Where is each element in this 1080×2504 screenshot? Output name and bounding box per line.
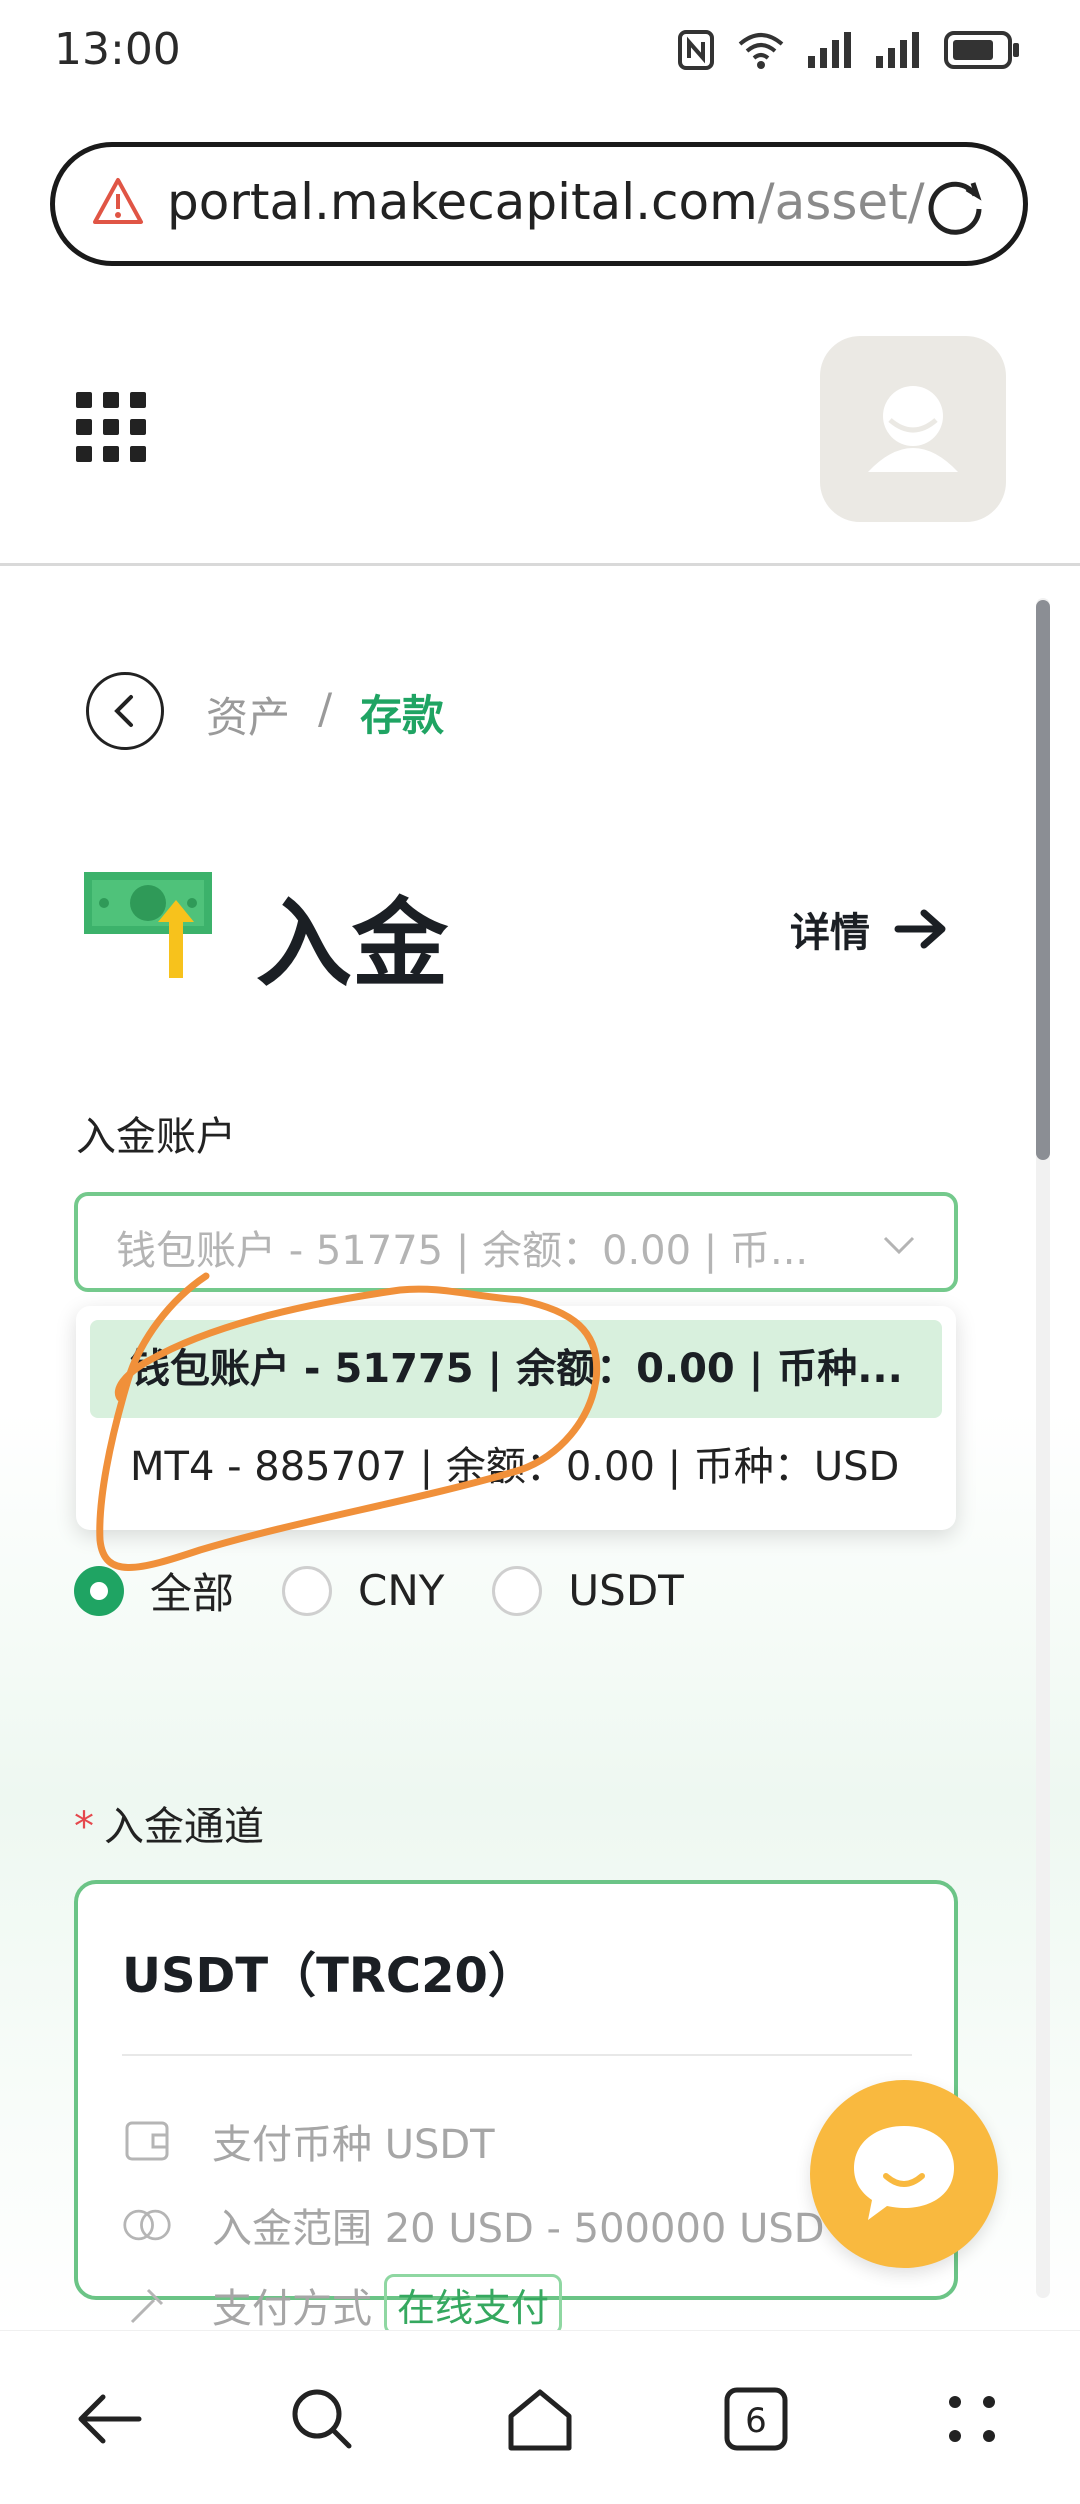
card-divider (122, 2054, 912, 2056)
radio-checked[interactable] (74, 1565, 124, 1616)
required-mark: * (74, 1804, 94, 1850)
pay-method-label: 支付方式 (212, 2285, 372, 2332)
warning-icon[interactable] (91, 175, 145, 229)
radio-all[interactable]: 全部 (74, 1560, 234, 1621)
breadcrumb-assets[interactable]: 资产 (206, 684, 290, 745)
nfc-icon (678, 30, 714, 70)
radio-label-all: 全部 (150, 1569, 235, 1618)
search-icon (292, 2389, 352, 2449)
details-link[interactable]: 详情 (790, 900, 948, 958)
deposit-range-text: 入金范围 20 USD - 500000 USD (212, 2206, 825, 2252)
user-icon (868, 386, 958, 472)
coins-icon (122, 2200, 172, 2250)
arrow-right-icon (894, 909, 946, 949)
dropdown-option-wallet[interactable]: 钱包账户 - 51775 | 余额：0.00 | 币种... (90, 1320, 942, 1418)
radio-label-cny: CNY (358, 1566, 445, 1615)
pay-method-tag: 在线支付 (384, 2274, 563, 2335)
chevron-left-icon (114, 695, 133, 727)
nav-search-button[interactable] (282, 2379, 362, 2459)
apps-menu-icon[interactable] (76, 392, 146, 462)
pay-method-icon (122, 2280, 172, 2330)
dropdown-option-mt4[interactable]: MT4 - 885707 | 余额：0.00 | 币种：USD (90, 1418, 942, 1516)
tabs-icon: 6 (724, 2387, 788, 2451)
browser-nav-bar: 6 (0, 2330, 1080, 2504)
pay-currency-text: 支付币种 USDT (212, 2122, 495, 2168)
nav-tabs-button[interactable]: 6 (716, 2379, 796, 2459)
radio-label-usdt: USDT (568, 1566, 684, 1615)
currency-filter: 全部 CNY USDT (74, 1560, 732, 1621)
arrow-left-icon (78, 2394, 142, 2444)
signal-icon-2 (876, 32, 919, 68)
url-bar[interactable]: portal.makecapital.com/asset/de (50, 142, 1028, 266)
radio-usdt[interactable]: USDT (492, 1565, 684, 1616)
nav-menu-button[interactable] (932, 2379, 1012, 2459)
url-text[interactable]: portal.makecapital.com/asset/de (167, 173, 927, 231)
scrollbar-thumb[interactable] (1036, 600, 1050, 1160)
wallet-icon (122, 2116, 172, 2166)
pay-method-row: 支付方式 在线支付 (122, 2274, 563, 2335)
pay-currency-row: 支付币种 USDT (122, 2112, 495, 2170)
dots-menu-icon (949, 2396, 995, 2442)
channel-name: USDT（TRC20） (122, 1948, 536, 2004)
reload-icon[interactable] (923, 175, 987, 239)
wifi-icon (738, 33, 784, 69)
details-label: 详情 (790, 910, 870, 956)
status-icons (678, 30, 1020, 70)
url-host: portal.makecapital.com (167, 173, 758, 231)
deposit-channel-label: * 入金通道 (74, 1794, 264, 1852)
breadcrumb-deposit: 存款 (360, 691, 445, 740)
page-title: 入金 (256, 888, 448, 1000)
radio-cny[interactable]: CNY (282, 1565, 445, 1616)
radio-unchecked[interactable] (282, 1565, 333, 1616)
deposit-channel-text: 入金通道 (104, 1804, 264, 1850)
breadcrumb-separator: / (318, 684, 333, 733)
status-time: 13:00 (54, 24, 181, 75)
battery-icon (944, 31, 1019, 69)
select-value: 钱包账户 - 51775 | 余额：0.00 | 币... (116, 1228, 809, 1274)
radio-unchecked[interactable] (492, 1565, 543, 1616)
deposit-account-select[interactable]: 钱包账户 - 51775 | 余额：0.00 | 币... (74, 1192, 958, 1292)
signal-icon (808, 32, 851, 68)
deposit-account-label: 入金账户 (76, 1114, 236, 1160)
chevron-down-icon (883, 1236, 915, 1255)
chat-button[interactable] (810, 2080, 998, 2268)
nav-back-button[interactable] (68, 2379, 148, 2459)
account-dropdown: 钱包账户 - 51775 | 余额：0.00 | 币种... MT4 - 885… (76, 1306, 956, 1530)
chat-icon (854, 2126, 954, 2220)
avatar[interactable] (820, 336, 1006, 522)
home-icon (508, 2389, 572, 2451)
money-deposit-icon (84, 872, 212, 978)
tab-count: 6 (745, 2401, 767, 2441)
back-button[interactable] (86, 672, 164, 750)
status-bar: 13:00 (0, 0, 1080, 110)
deposit-range-row: 入金范围 20 USD - 500000 USD (122, 2196, 825, 2254)
nav-home-button[interactable] (500, 2379, 580, 2459)
url-path: /asset/de (757, 173, 927, 231)
